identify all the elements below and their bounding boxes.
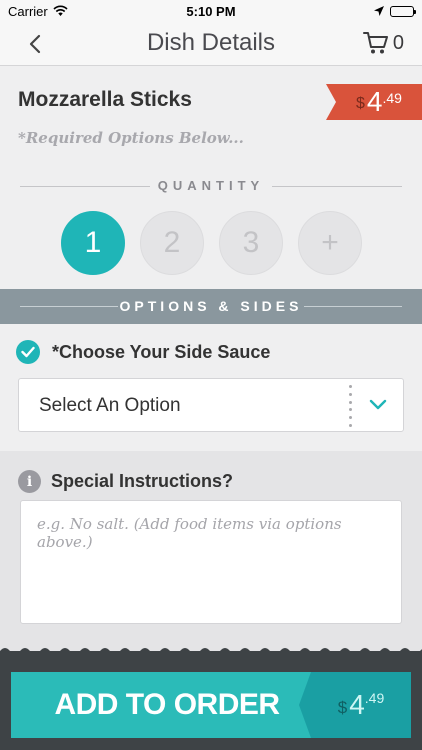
add-to-order-label: ADD TO ORDER xyxy=(54,688,280,721)
nav-bar: Dish Details 0 xyxy=(0,22,422,66)
quantity-selector: 1 2 3 + xyxy=(61,211,362,275)
side-sauce-header: *Choose Your Side Sauce xyxy=(16,340,270,364)
side-sauce-select[interactable]: Select An Option xyxy=(18,378,404,432)
options-sides-header: OPTIONS & SIDES xyxy=(0,289,422,324)
cart-button[interactable]: 0 xyxy=(362,31,404,55)
cart-icon xyxy=(362,32,388,54)
select-divider xyxy=(348,385,352,427)
order-total: $ 4 .49 xyxy=(299,672,411,738)
required-options-note: *Required Options Below... xyxy=(18,129,244,147)
status-time: 5:10 PM xyxy=(186,4,236,19)
order-footer: ADD TO ORDER $ 4 .49 xyxy=(0,648,422,750)
price-currency: $ xyxy=(356,95,365,112)
page-title: Dish Details xyxy=(146,29,276,56)
checkmark-icon xyxy=(16,340,40,364)
price-tag: $ 4 .49 xyxy=(326,84,422,120)
total-cents: .49 xyxy=(364,690,385,706)
total-whole: 4 xyxy=(349,689,365,720)
side-sauce-title: *Choose Your Side Sauce xyxy=(52,341,271,362)
total-currency: $ xyxy=(337,697,348,717)
special-instructions-section: i Special Instructions? xyxy=(0,451,422,651)
add-to-order-button[interactable]: ADD TO ORDER $ 4 .49 xyxy=(11,672,411,738)
dish-name: Mozzarella Sticks xyxy=(18,88,192,111)
info-icon: i xyxy=(18,470,41,493)
quantity-header: QUANTITY xyxy=(20,176,402,196)
cart-count: 0 xyxy=(392,31,404,54)
special-instructions-input[interactable] xyxy=(20,500,402,624)
side-sauce-select-value: Select An Option xyxy=(39,395,181,416)
status-right-group xyxy=(374,4,416,19)
status-bar: Carrier 5:10 PM xyxy=(0,0,422,22)
price-cents: .49 xyxy=(382,90,402,106)
divider xyxy=(272,186,402,187)
wavy-edge xyxy=(0,648,422,657)
quantity-more-button[interactable]: + xyxy=(298,211,362,275)
divider xyxy=(304,306,402,307)
quantity-option-3[interactable]: 3 xyxy=(219,211,283,275)
location-arrow-icon xyxy=(374,4,384,19)
special-instructions-title: Special Instructions? xyxy=(51,471,234,491)
price-whole: 4 xyxy=(366,86,383,117)
chevron-down-icon xyxy=(369,399,387,410)
special-instructions-header: i Special Instructions? xyxy=(18,470,233,493)
quantity-option-1[interactable]: 1 xyxy=(61,211,125,275)
quantity-option-2[interactable]: 2 xyxy=(140,211,204,275)
battery-icon xyxy=(390,6,416,17)
